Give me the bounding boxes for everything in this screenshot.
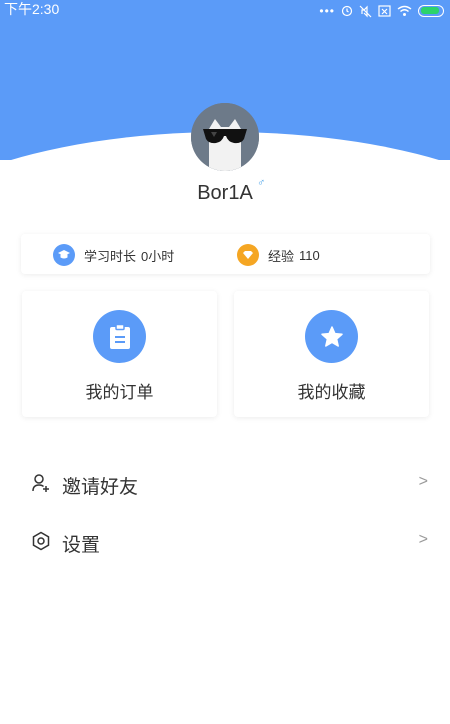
- graduation-cap-icon: [53, 244, 75, 266]
- star-icon: [305, 310, 358, 363]
- my-favorites-label: 我的收藏: [297, 383, 366, 402]
- mute-icon: [359, 5, 372, 17]
- gender-male-icon: ♂: [257, 177, 266, 189]
- experience-label: 经验: [268, 248, 295, 264]
- menu-item-settings[interactable]: 设置 >: [0, 517, 450, 567]
- alarm-icon: [341, 5, 353, 17]
- study-time-label: 学习时长: [84, 248, 137, 264]
- battery-icon: [418, 5, 444, 17]
- status-icons: •••: [319, 2, 444, 20]
- more-dots-icon: •••: [319, 4, 335, 18]
- diamond-icon: [237, 244, 259, 266]
- sim-icon: [378, 5, 391, 17]
- username: Bor1A: [197, 182, 253, 204]
- menu-label-settings: 设置: [62, 535, 101, 556]
- cat-avatar-icon: [191, 103, 259, 171]
- menu-item-invite-friends[interactable]: 邀请好友 >: [0, 459, 450, 509]
- add-user-icon: [32, 474, 49, 492]
- chevron-right-icon: >: [418, 531, 428, 548]
- stats-card: 学习时长 0小时 经验 110: [21, 234, 430, 274]
- study-time-stat[interactable]: 学习时长 0小时: [53, 244, 174, 266]
- chevron-right-icon: >: [418, 473, 428, 490]
- my-orders-label: 我的订单: [85, 383, 154, 402]
- hexagon-settings-icon: [32, 531, 50, 551]
- my-orders-card[interactable]: 我的订单: [22, 291, 217, 417]
- status-time: 下午2:30: [4, 1, 60, 17]
- study-time-value: 0小时: [141, 248, 175, 264]
- wifi-icon: [397, 5, 412, 16]
- avatar[interactable]: [191, 103, 259, 171]
- my-favorites-card[interactable]: 我的收藏: [234, 291, 429, 417]
- status-bar: 下午2:30 •••: [0, 0, 450, 18]
- experience-stat[interactable]: 经验 110: [237, 244, 320, 266]
- experience-value: 110: [299, 247, 320, 263]
- clipboard-icon: [93, 310, 146, 363]
- menu-label-invite-friends: 邀请好友: [62, 477, 139, 498]
